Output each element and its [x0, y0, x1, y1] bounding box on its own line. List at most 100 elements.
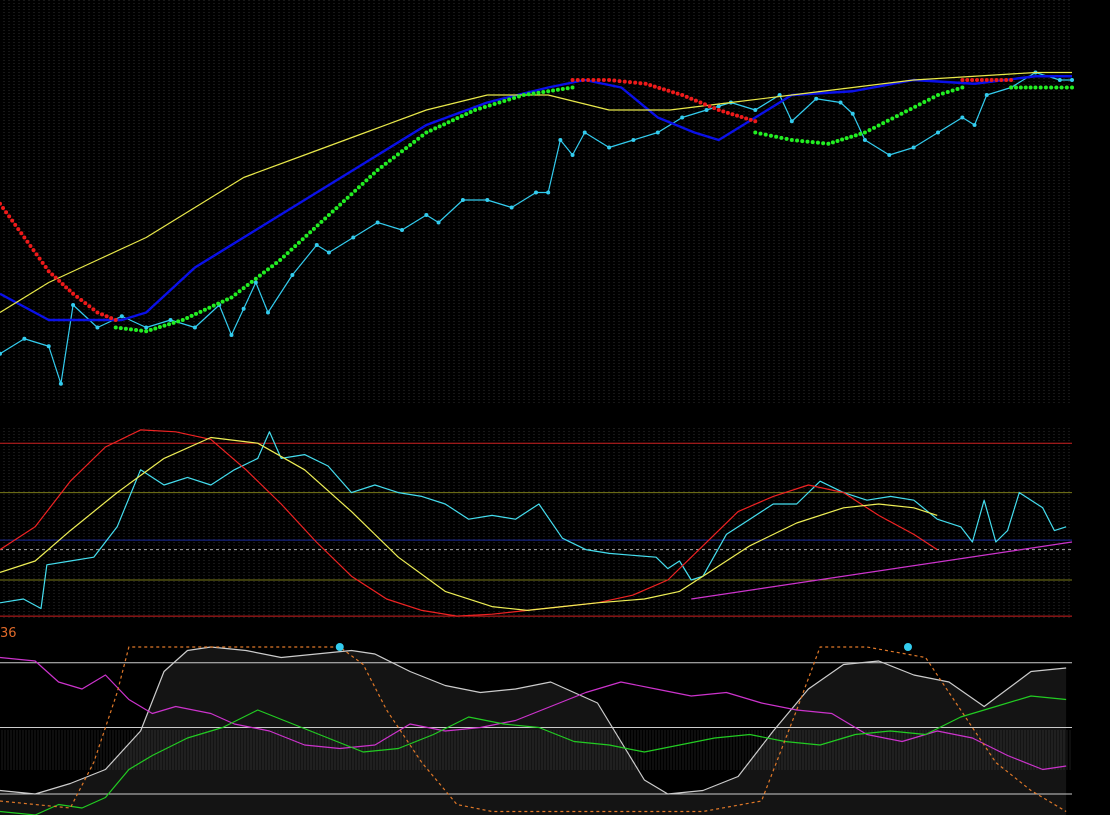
price-trend_down-dot	[22, 235, 27, 240]
price-trend_up-dot	[531, 91, 536, 96]
price-trend_up-dot	[113, 325, 118, 330]
price-trend_up-dot	[753, 130, 758, 135]
price-trend_up-dot	[211, 303, 216, 308]
price-trend_up-dot	[758, 131, 763, 136]
price-price-point	[838, 100, 843, 105]
price-trend_down-dot	[999, 78, 1004, 82]
price-trend_up-dot	[551, 88, 556, 93]
price-price-point	[1070, 78, 1074, 82]
price-trend_up-dot	[416, 136, 421, 141]
price-trend_down-dot	[712, 106, 717, 111]
price-price-point	[631, 138, 636, 142]
price-trend_up-dot	[835, 138, 840, 143]
price-trend_up-dot	[185, 315, 190, 320]
price-trend_up-dot	[521, 93, 526, 97]
price-trend_up-dot	[308, 230, 313, 235]
price-trend_up-dot	[433, 126, 438, 131]
price-trend_down-dot	[37, 256, 42, 261]
price-trend_up-dot	[334, 206, 339, 211]
price-trend_up-dot	[420, 133, 425, 138]
price-trend_up-dot	[1038, 85, 1043, 90]
price-trend_up-dot	[1023, 85, 1028, 90]
price-trend_down-dot	[75, 294, 80, 299]
price-trend_down-dot	[970, 78, 975, 82]
price-trend_up-dot	[353, 188, 358, 193]
price-price-point	[351, 235, 356, 240]
price-trend_up-dot	[768, 133, 773, 138]
price-trend_down-dot	[1, 205, 6, 210]
price-trend_up-dot	[270, 264, 275, 269]
price-trend_down-dot	[83, 301, 88, 306]
price-trend_up-dot	[311, 226, 316, 231]
price-trend_up-dot	[546, 89, 551, 94]
price-trend_up-dot	[899, 111, 904, 116]
price-price-point	[582, 130, 587, 135]
price-trend_up-dot	[800, 139, 805, 144]
price-trend_up-dot	[237, 289, 242, 294]
price-trend_down-dot	[0, 201, 2, 206]
price-trend_down-dot	[71, 291, 76, 296]
price-price-point	[960, 115, 965, 120]
price-trend_up-dot	[257, 273, 262, 278]
price-trend_down-dot	[67, 288, 72, 293]
price-price-point	[253, 280, 258, 285]
price-price-point	[607, 145, 612, 150]
price-trend_down-dot	[31, 248, 36, 253]
price-trend_down-dot	[100, 312, 105, 317]
price-trend_up-dot	[144, 329, 149, 334]
price-trend_up-dot	[1059, 85, 1064, 90]
indicator-signal-marker	[335, 643, 344, 651]
price-trend_down-dot	[707, 104, 712, 109]
price-trend_down-dot	[612, 78, 617, 83]
price-trend_up-dot	[162, 323, 167, 328]
price-trend_up-dot	[371, 171, 376, 176]
price-trend_up-dot	[867, 128, 872, 133]
price-trend_down-dot	[739, 115, 744, 120]
price-trend_up-dot	[296, 240, 301, 245]
price-trend_up-dot	[922, 100, 927, 105]
price-trend_down-dot	[638, 81, 643, 86]
price-trend_up-dot	[826, 141, 831, 146]
price-trend_down-dot	[661, 87, 666, 92]
price-ma_short-line	[0, 75, 1072, 322]
price-trend_down-dot	[657, 85, 662, 90]
price-trend_down-dot	[979, 78, 984, 82]
price-trend_down-dot	[693, 98, 698, 103]
price-trend_up-dot	[383, 161, 388, 166]
price-trend_up-dot	[368, 174, 373, 179]
price-trend_up-dot	[464, 112, 469, 117]
price-trend_down-dot	[4, 210, 9, 215]
price-trend_up-dot	[167, 322, 172, 327]
price-trend_up-dot	[507, 97, 512, 102]
price-trend_up-dot	[876, 123, 881, 128]
price-trend_down-dot	[34, 252, 39, 257]
price-trend_down-dot	[79, 298, 84, 302]
price-trend_up-dot	[473, 108, 478, 112]
price-trend_up-dot	[936, 93, 940, 97]
price-trend_down-dot	[648, 83, 653, 88]
price-trend_up-dot	[293, 244, 298, 249]
price-trend_up-dot	[194, 311, 199, 316]
oscillator-osc-line	[0, 431, 1067, 610]
price-trend_down-dot	[984, 78, 989, 82]
price-price-point	[546, 190, 551, 195]
price-trend_up-dot	[805, 139, 810, 144]
price-price-point	[241, 306, 246, 311]
price-trend_up-dot	[459, 114, 464, 119]
price-price-point	[984, 93, 989, 97]
price-trend_up-dot	[881, 121, 886, 126]
price-trend_up-dot	[118, 326, 123, 331]
price-price-point	[814, 96, 819, 101]
price-trend_up-dot	[516, 94, 521, 99]
price-trend_up-dot	[241, 286, 246, 291]
price-trend_down-dot	[671, 90, 676, 95]
price-trend_up-dot	[281, 254, 286, 259]
price-trend_up-dot	[885, 118, 890, 123]
price-price-point	[400, 228, 404, 232]
price-price-point	[558, 138, 563, 142]
price-trend_up-dot	[763, 132, 768, 137]
price-trend_down-dot	[7, 214, 12, 219]
price-trend_down-dot	[1004, 78, 1009, 82]
price-price-point	[460, 198, 465, 202]
price-price-point	[375, 220, 380, 225]
